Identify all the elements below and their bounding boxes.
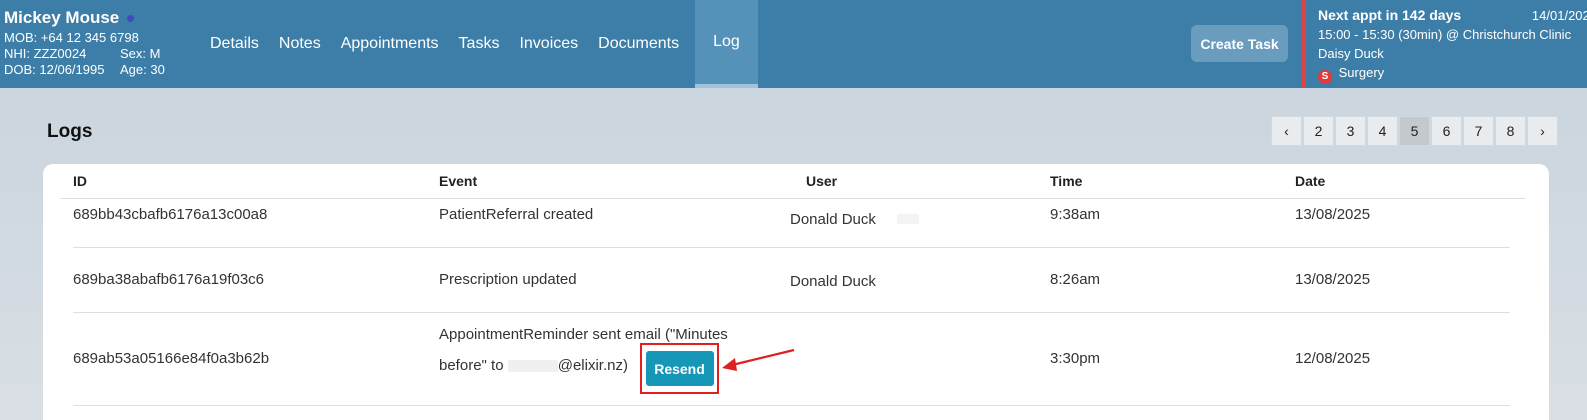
page-2-button[interactable]: 2 bbox=[1303, 116, 1334, 146]
annotation-arrow-icon bbox=[722, 348, 795, 371]
patient-summary: Mickey Mouse MOB: +64 12 345 6798 NHI: Z… bbox=[4, 8, 194, 78]
tab-tasks[interactable]: Tasks bbox=[449, 0, 510, 88]
next-appt-provider: Daisy Duck bbox=[1318, 46, 1384, 61]
pagination: ‹ 2 3 4 5 6 7 8 › bbox=[1270, 116, 1558, 146]
row-time: 8:26am bbox=[1050, 271, 1101, 288]
row-id: 689ab53a05166e84f0a3b62b bbox=[73, 350, 270, 367]
resend-button[interactable]: Resend bbox=[645, 351, 714, 386]
tab-documents[interactable]: Documents bbox=[588, 0, 689, 88]
patient-nav: Details Notes Appointments Tasks Invoice… bbox=[200, 0, 758, 88]
patient-dob: DOB: 12/06/1995 bbox=[4, 62, 105, 77]
logs-table-card bbox=[43, 164, 1549, 420]
col-header-time[interactable]: Time bbox=[1050, 173, 1082, 189]
row-event-line1: AppointmentReminder sent email ("Minutes bbox=[439, 326, 728, 343]
tab-appointments[interactable]: Appointments bbox=[331, 0, 449, 88]
page-6-button[interactable]: 6 bbox=[1431, 116, 1462, 146]
prev-page-button[interactable]: ‹ bbox=[1271, 116, 1302, 146]
row-event-line2: before" to @elixir.nz) bbox=[439, 357, 628, 374]
row-id: 689bb43cbafb6176a13c00a8 bbox=[73, 206, 268, 223]
col-header-event[interactable]: Event bbox=[439, 173, 477, 189]
page-title: Logs bbox=[47, 121, 93, 142]
row-divider bbox=[73, 405, 1510, 406]
row-divider bbox=[73, 312, 1510, 313]
col-header-id[interactable]: ID bbox=[73, 173, 87, 189]
page-4-button[interactable]: 4 bbox=[1367, 116, 1398, 146]
page-8-button[interactable]: 8 bbox=[1495, 116, 1526, 146]
row-time: 3:30pm bbox=[1050, 350, 1101, 367]
tab-notes[interactable]: Notes bbox=[269, 0, 331, 88]
row-date: 13/08/2025 bbox=[1295, 271, 1371, 288]
next-appt-date: 14/01/2026 bbox=[1531, 8, 1587, 23]
row-event: PatientReferral created bbox=[439, 206, 594, 223]
redacted-text bbox=[897, 214, 919, 224]
patient-name[interactable]: Mickey Mouse bbox=[4, 8, 119, 28]
page-7-button[interactable]: 7 bbox=[1463, 116, 1494, 146]
top-header: Mickey Mouse MOB: +64 12 345 6798 NHI: Z… bbox=[0, 0, 1587, 88]
row-date: 13/08/2025 bbox=[1295, 206, 1371, 223]
status-dot-icon bbox=[127, 14, 135, 22]
patient-name-row: Mickey Mouse bbox=[4, 8, 194, 28]
next-appt-title: Next appt in 142 days bbox=[1318, 7, 1462, 23]
col-header-user[interactable]: User bbox=[806, 173, 837, 189]
row-divider bbox=[73, 247, 1510, 248]
patient-mobile: MOB: +64 12 345 6798 bbox=[4, 30, 139, 45]
resend-highlight-box: Resend bbox=[640, 343, 719, 394]
row-event: Prescription updated bbox=[439, 271, 577, 288]
row-user: Donald Duck bbox=[790, 273, 876, 290]
row-event-line2-prefix: before" to bbox=[439, 357, 504, 374]
row-time: 9:38am bbox=[1050, 206, 1101, 223]
row-event-line2-suffix: @elixir.nz) bbox=[557, 357, 628, 374]
page-3-button[interactable]: 3 bbox=[1335, 116, 1366, 146]
next-page-button[interactable]: › bbox=[1527, 116, 1558, 146]
redacted-email bbox=[507, 360, 558, 373]
row-id: 689ba38abafb6176a19f03c6 bbox=[73, 271, 265, 288]
patient-nhi: NHI: ZZZ0024 bbox=[4, 46, 87, 61]
create-task-button[interactable]: Create Task bbox=[1191, 25, 1288, 62]
col-header-date[interactable]: Date bbox=[1295, 173, 1325, 189]
page-5-button[interactable]: 5 bbox=[1399, 116, 1430, 146]
header-divider bbox=[60, 198, 1525, 199]
row-date: 12/08/2025 bbox=[1295, 350, 1371, 367]
tab-log[interactable]: Log bbox=[695, 0, 758, 88]
tab-invoices[interactable]: Invoices bbox=[509, 0, 588, 88]
surgery-badge-icon: S bbox=[1318, 69, 1332, 84]
next-appt-type: Surgery bbox=[1338, 65, 1385, 80]
row-user: Donald Duck bbox=[790, 211, 876, 228]
next-appointment-panel[interactable]: Next appt in 142 days 14/01/2026 15:00 -… bbox=[1302, 0, 1587, 88]
patient-age: Age: 30 bbox=[120, 62, 165, 77]
patient-sex: Sex: M bbox=[120, 46, 161, 61]
tab-details[interactable]: Details bbox=[200, 0, 269, 88]
next-appt-time-location: 15:00 - 15:30 (30min) @ Christchurch Cli… bbox=[1318, 27, 1572, 42]
